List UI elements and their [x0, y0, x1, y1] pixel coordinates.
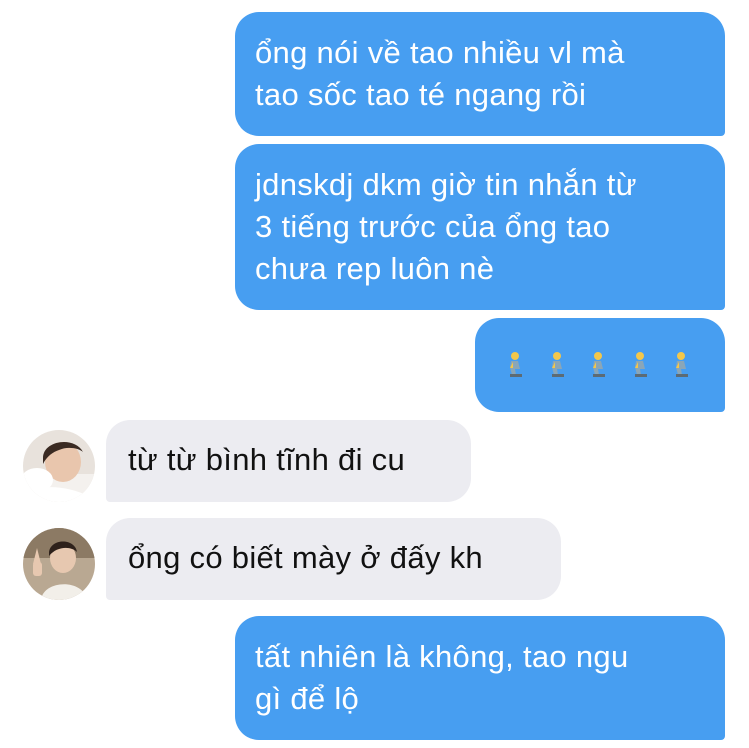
contact-avatar-photo [23, 528, 95, 600]
outgoing-message-bubble[interactable]: tất nhiên là không, tao ngu gì để lộ [235, 616, 725, 740]
message-text-line: ổng có biết mày ở đấy kh [128, 540, 483, 575]
message-text-line: 3 tiếng trước của ổng tao [255, 209, 611, 244]
contact-avatar[interactable] [23, 528, 95, 600]
incoming-message-bubble[interactable]: từ từ bình tĩnh đi cu [106, 420, 471, 502]
message-text-line: gì để lộ [255, 681, 360, 716]
contact-avatar-photo [23, 430, 95, 502]
message-text-line: tất nhiên là không, tao ngu [255, 639, 629, 674]
person-kneeling-emoji [510, 352, 522, 377]
outgoing-message-bubble[interactable]: ổng nói về tao nhiều vl mà tao sốc tao t… [235, 12, 725, 136]
person-kneeling-emoji [551, 352, 564, 377]
outgoing-emoji-bubble[interactable] [475, 318, 725, 412]
person-kneeling-emoji [676, 352, 688, 377]
outgoing-message-bubble[interactable]: jdnskdj dkm giờ tin nhắn từ 3 tiếng trướ… [235, 144, 725, 310]
message-text-line: chưa rep luôn nè [255, 251, 495, 286]
incoming-message-bubble[interactable]: ổng có biết mày ở đấy kh [106, 518, 561, 600]
message-text-line: jdnskdj dkm giờ tin nhắn từ [255, 167, 637, 202]
person-kneeling-emoji [634, 352, 647, 377]
message-text-line: từ từ bình tĩnh đi cu [128, 442, 406, 477]
emoji-row [503, 318, 693, 412]
message-text-line: ổng nói về tao nhiều vl mà [255, 35, 625, 70]
person-kneeling-emoji [593, 352, 605, 377]
contact-avatar[interactable] [23, 430, 95, 502]
message-text-line: tao sốc tao té ngang rồi [255, 77, 587, 112]
